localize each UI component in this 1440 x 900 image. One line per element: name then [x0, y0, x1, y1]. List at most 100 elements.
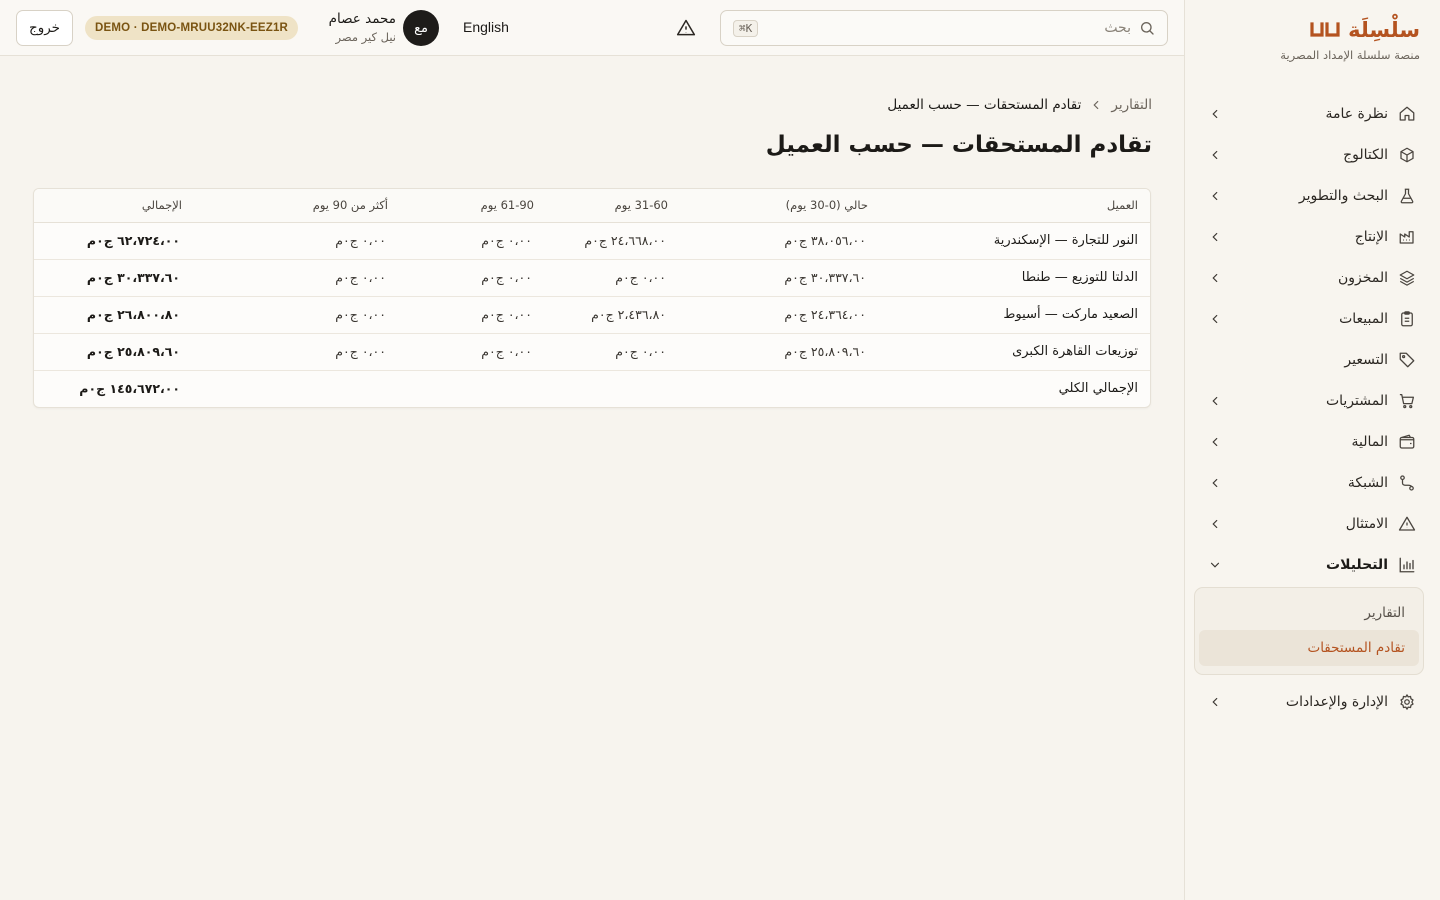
chevron-left-icon[interactable] [1208, 312, 1222, 326]
cell-total: ٣٠،٣٣٧،٦٠ ج٠م [34, 259, 194, 297]
grand-total-label: الإجمالي الكلي [1058, 381, 1138, 397]
sidebar-item-label: الشبكة [1347, 474, 1388, 491]
search-shortcut-hint: ⌘K [733, 19, 759, 37]
sidebar-item-label: المشتريات [1325, 392, 1388, 409]
flask-icon [1398, 187, 1416, 205]
chevron-left-icon[interactable] [1208, 695, 1222, 709]
chevron-down-icon[interactable] [1208, 558, 1222, 572]
chevron-left-icon[interactable] [1208, 271, 1222, 285]
sidebar-item-overview[interactable]: نظرة عامة [1196, 93, 1428, 134]
sidebar-item-purchases[interactable]: المشتريات [1196, 380, 1428, 421]
chevron-left-icon[interactable] [1208, 517, 1222, 531]
col-header-61-90[interactable]: 61-90 يوم [400, 189, 546, 223]
cell-total: ٦٢،٧٢٤،٠٠ ج٠م [34, 222, 194, 260]
language-toggle-button[interactable]: English [463, 19, 509, 35]
user-name: محمد عصام [328, 11, 396, 27]
cell-31-60: ٢٤،٦٦٨،٠٠ ج٠م [546, 222, 680, 260]
empty-cell [194, 370, 400, 407]
empty-cell [680, 370, 880, 407]
sidebar: سلْسِلَة منصة سلسلة الإمداد المصرية نظرة… [1184, 0, 1440, 900]
cell-client: النور للتجارة — الإسكندرية [880, 222, 1150, 260]
cell-total: ٢٥،٨٠٩،٦٠ ج٠م [34, 333, 194, 371]
sidebar-item-production[interactable]: الإنتاج [1196, 216, 1428, 257]
sidebar-item-finance[interactable]: المالية [1196, 421, 1428, 462]
chevron-left-icon[interactable] [1208, 476, 1222, 490]
col-header-31-60[interactable]: 31-60 يوم [546, 189, 680, 223]
sidebar-item-label: الكتالوج [1343, 146, 1388, 163]
sidebar-item-catalog[interactable]: الكتالوج [1196, 134, 1428, 175]
page-title: تقادم المستحقات — حسب العميل [765, 132, 1152, 158]
cell-current: ٣٠،٣٣٧،٦٠ ج٠م [680, 259, 880, 297]
table-header-row: العميل حالي (0-30 يوم) 31-60 يوم 61-90 ي… [34, 189, 1150, 223]
sidebar-item-compliance[interactable]: الامتثال [1196, 503, 1428, 544]
cell-61-90: ٠،٠٠ ج٠م [400, 333, 546, 371]
empty-cell [546, 370, 680, 407]
col-header-total[interactable]: الإجمالي [34, 189, 194, 223]
col-header-over-90[interactable]: أكثر من 90 يوم [194, 189, 400, 223]
subnav-item-receivables-aging[interactable]: تقادم المستحقات [1199, 630, 1419, 666]
chevron-left-icon[interactable] [1208, 394, 1222, 408]
table-row[interactable]: توزيعات القاهرة الكبرى ٢٥،٨٠٩،٦٠ ج٠م ٠،٠… [34, 333, 1150, 371]
cell-31-60: ٠،٠٠ ج٠م [546, 333, 680, 371]
sidebar-item-label: المخزون [1337, 269, 1388, 286]
tag-icon [1398, 351, 1416, 369]
layers-icon [1398, 269, 1416, 287]
brand[interactable]: سلْسِلَة منصة سلسلة الإمداد المصرية [1280, 18, 1420, 62]
breadcrumb-reports-link[interactable]: التقارير [1111, 97, 1152, 113]
cell-client: الصعيد ماركت — أسيوط [880, 296, 1150, 334]
search-icon [1139, 20, 1155, 36]
route-icon [1398, 474, 1416, 492]
cell-client: توزيعات القاهرة الكبرى [880, 333, 1150, 371]
home-icon [1398, 105, 1416, 123]
brand-tagline: منصة سلسلة الإمداد المصرية [1280, 48, 1420, 62]
cell-current: ٢٥،٨٠٩،٦٠ ج٠م [680, 333, 880, 371]
sidebar-item-network[interactable]: الشبكة [1196, 462, 1428, 503]
cell-31-60: ٢،٤٣٦،٨٠ ج٠م [546, 296, 680, 334]
sidebar-item-analytics[interactable]: التحليلات [1196, 544, 1428, 585]
chevron-left-icon[interactable] [1208, 435, 1222, 449]
bar-chart-icon [1398, 556, 1416, 574]
aging-table: العميل حالي (0-30 يوم) 31-60 يوم 61-90 ي… [34, 189, 1150, 407]
cell-over-90: ٠،٠٠ ج٠م [194, 222, 400, 260]
topbar: ⌘K English مع محمد عصام نيل كير مصر DEMO… [0, 0, 1184, 56]
chevron-left-icon [1089, 98, 1103, 112]
table-row[interactable]: الصعيد ماركت — أسيوط ٢٤،٣٦٤،٠٠ ج٠م ٢،٤٣٦… [34, 296, 1150, 334]
user-company: نيل كير مصر [335, 30, 396, 44]
cell-current: ٣٨،٠٥٦،٠٠ ج٠م [680, 222, 880, 260]
chevron-left-icon[interactable] [1208, 107, 1222, 121]
search-input[interactable] [758, 20, 1131, 36]
table-row[interactable]: الدلتا للتوزيع — طنطا ٣٠،٣٣٧،٦٠ ج٠م ٠،٠٠… [34, 259, 1150, 297]
app-root: سلْسِلَة منصة سلسلة الإمداد المصرية نظرة… [0, 0, 1440, 900]
sidebar-item-label: المبيعات [1339, 310, 1388, 327]
gear-icon [1398, 693, 1416, 711]
cell-total: ٢٦،٨٠٠،٨٠ ج٠م [34, 296, 194, 334]
sidebar-item-label: المالية [1351, 433, 1388, 450]
factory-icon [1398, 228, 1416, 246]
search-box[interactable]: ⌘K [720, 10, 1168, 46]
sidebar-item-label: الإنتاج [1354, 228, 1388, 245]
sidebar-item-label: نظرة عامة [1325, 105, 1388, 122]
sidebar-item-inventory[interactable]: المخزون [1196, 257, 1428, 298]
alerts-warning-icon[interactable] [676, 18, 696, 38]
sidebar-item-label: الامتثال [1345, 515, 1388, 532]
avatar[interactable]: مع [403, 10, 439, 46]
col-header-current[interactable]: حالي (0-30 يوم) [680, 189, 880, 223]
sidebar-item-sales[interactable]: المبيعات [1196, 298, 1428, 339]
demo-badge: DEMO · DEMO-MRUU32NK-EEZ1R [85, 16, 299, 40]
breadcrumb-current: تقادم المستحقات — حسب العميل [887, 97, 1082, 113]
sidebar-item-pricing[interactable]: التسعير [1196, 339, 1428, 380]
sidebar-item-rnd[interactable]: البحث والتطوير [1196, 175, 1428, 216]
col-header-client[interactable]: العميل [880, 189, 1150, 223]
cell-61-90: ٠،٠٠ ج٠م [400, 222, 546, 260]
table-row[interactable]: النور للتجارة — الإسكندرية ٣٨،٠٥٦،٠٠ ج٠م… [34, 222, 1150, 260]
logout-button[interactable]: خروج [16, 10, 73, 46]
chevron-left-icon[interactable] [1208, 230, 1222, 244]
cell-client: الدلتا للتوزيع — طنطا [880, 259, 1150, 297]
cell-61-90: ٠،٠٠ ج٠م [400, 296, 546, 334]
sidebar-item-admin-settings[interactable]: الإدارة والإعدادات [1196, 681, 1428, 722]
chevron-left-icon[interactable] [1208, 148, 1222, 162]
subnav-item-reports[interactable]: التقارير [1199, 596, 1419, 630]
user-info: محمد عصام نيل كير مصر [310, 11, 396, 44]
chevron-left-icon[interactable] [1208, 189, 1222, 203]
cart-icon [1398, 392, 1416, 410]
